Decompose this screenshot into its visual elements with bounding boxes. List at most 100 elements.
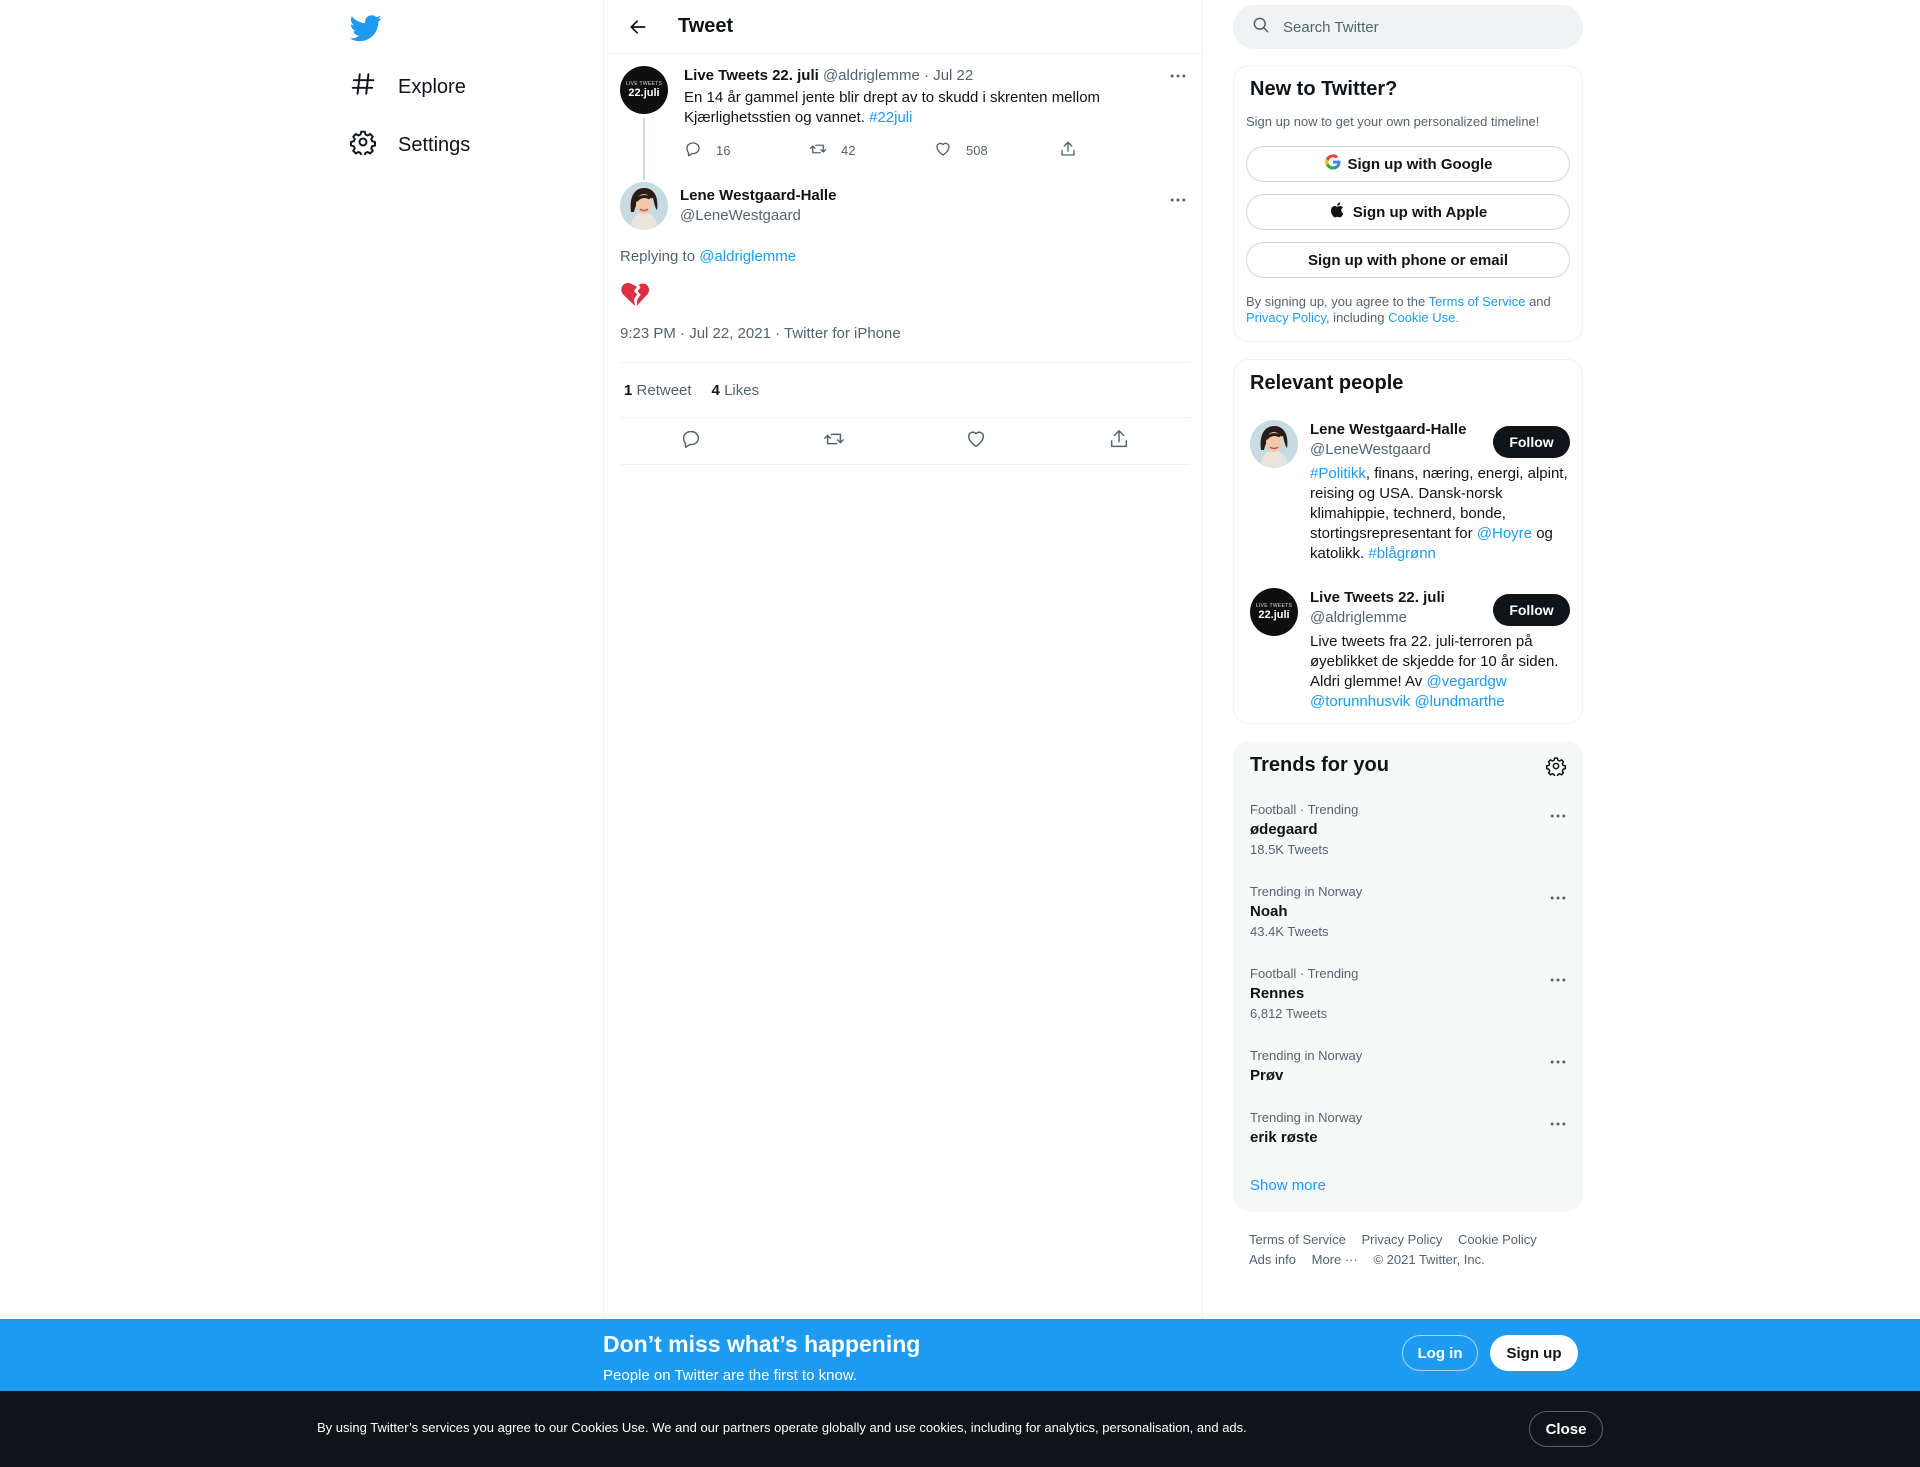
retweet-count: 42 <box>841 143 856 158</box>
search-box[interactable] <box>1233 5 1583 49</box>
like-button[interactable]: 508 <box>934 140 1059 161</box>
share-button[interactable] <box>1059 140 1184 161</box>
more-options-icon[interactable] <box>1546 1114 1570 1134</box>
thread-connector <box>643 118 645 180</box>
footer-cookie-link[interactable]: Cookie Policy <box>1458 1232 1537 1247</box>
retweet-button[interactable]: 42 <box>809 140 934 161</box>
cookie-link[interactable]: Cookie Use. <box>1388 310 1459 325</box>
reply-count: 16 <box>716 143 731 158</box>
avatar[interactable] <box>1250 420 1298 468</box>
person-item[interactable]: Lene Westgaard-Halle @LeneWestgaard #Pol… <box>1250 420 1570 570</box>
apple-icon <box>1329 201 1347 223</box>
trends-settings-gear-icon[interactable] <box>1546 756 1566 781</box>
retweets-stat[interactable]: 1 Retweet <box>624 382 692 399</box>
tweet-actions: 16 42 508 <box>684 140 1184 161</box>
follow-button[interactable]: Follow <box>1493 594 1570 626</box>
signup-google-button[interactable]: Sign up with Google <box>1246 146 1570 182</box>
avatar-title: 22.juli <box>1258 608 1290 621</box>
trend-name: Noah <box>1250 903 1288 920</box>
avatar-title: 22.juli <box>628 86 660 99</box>
nav-settings-label: Settings <box>398 133 471 156</box>
bio-mention-link[interactable]: @lundmarthe <box>1414 693 1504 710</box>
close-button[interactable]: Close <box>1529 1411 1603 1447</box>
trend-item[interactable]: Football · Trending ødegaard 18.5K Tweet… <box>1250 802 1570 858</box>
footer-terms-link[interactable]: Terms of Service <box>1249 1232 1346 1247</box>
gear-icon <box>350 129 376 161</box>
more-options-icon[interactable] <box>1166 66 1190 86</box>
more-options-icon[interactable] <box>1166 190 1190 210</box>
reply-button[interactable]: 16 <box>684 140 809 161</box>
more-options-icon[interactable] <box>1546 806 1570 826</box>
back-arrow-icon[interactable] <box>620 9 656 45</box>
trend-name: Prøv <box>1250 1067 1284 1084</box>
retweet-total: 1 <box>624 381 633 399</box>
avatar-caption: LIVE TWEETS <box>625 80 663 87</box>
privacy-link[interactable]: Privacy Policy <box>1246 310 1326 325</box>
trend-category: Trending in Norway <box>1250 1048 1363 1063</box>
signup-apple-label: Sign up with Apple <box>1352 203 1488 221</box>
focused-tweet: Lene Westgaard-Halle @LeneWestgaard Repl… <box>620 182 1190 465</box>
reply-icon <box>684 140 702 161</box>
nav-settings[interactable]: Settings <box>350 125 470 165</box>
more-options-icon[interactable] <box>1546 1052 1570 1072</box>
login-button[interactable]: Log in <box>1402 1335 1478 1371</box>
likes-stat[interactable]: 4 Likes <box>712 382 760 399</box>
tweet-time[interactable]: · Jul 22 <box>924 67 973 84</box>
signup-button[interactable]: Sign up <box>1490 1335 1578 1371</box>
author-name[interactable]: Live Tweets 22. juli <box>684 67 819 84</box>
trend-category: Football · Trending <box>1250 802 1359 817</box>
replying-prefix: Replying to <box>620 248 696 265</box>
show-more-link[interactable]: Show more <box>1250 1177 1326 1194</box>
author-handle[interactable]: @aldriglemme <box>823 67 920 84</box>
bio-mention-link[interactable]: @torunnhusvik <box>1310 693 1410 710</box>
heart-icon[interactable] <box>965 428 987 455</box>
trend-item[interactable]: Trending in Norway erik røste <box>1250 1110 1570 1148</box>
footer-ads-link[interactable]: Ads info <box>1249 1252 1296 1267</box>
card-subtitle: Sign up now to get your own personalized… <box>1246 114 1540 129</box>
share-icon[interactable] <box>1108 428 1130 455</box>
reply-icon[interactable] <box>680 428 702 455</box>
footer-more-link[interactable]: More ··· <box>1312 1252 1358 1267</box>
new-to-twitter-card: New to Twitter? Sign up now to get your … <box>1233 65 1583 342</box>
bio-mention-link[interactable]: @vegardgw <box>1426 673 1506 690</box>
trend-item[interactable]: Football · Trending Rennes 6,812 Tweets <box>1250 966 1570 1022</box>
trend-item[interactable]: Trending in Norway Prøv <box>1250 1048 1570 1086</box>
tweet-timestamp[interactable]: 9:23 PM · Jul 22, 2021 · Twitter for iPh… <box>620 325 1190 363</box>
avatar[interactable] <box>620 182 668 230</box>
retweet-label: Retweet <box>636 381 692 399</box>
terms-link[interactable]: Terms of Service <box>1429 294 1526 309</box>
person-bio: #Politikk, finans, næring, energi, alpin… <box>1310 464 1570 564</box>
bio-mention-link[interactable]: @Hoyre <box>1477 525 1532 542</box>
twitter-logo-icon[interactable] <box>349 12 382 44</box>
hashtag-icon <box>350 71 376 103</box>
replying-to-link[interactable]: @aldriglemme <box>699 248 796 265</box>
bio-hashtag-link[interactable]: #blågrønn <box>1368 545 1436 562</box>
signup-apple-button[interactable]: Sign up with Apple <box>1246 194 1570 230</box>
trend-tweet-count: 18.5K Tweets <box>1250 842 1329 857</box>
retweet-icon[interactable] <box>823 428 845 455</box>
footer-privacy-link[interactable]: Privacy Policy <box>1361 1232 1442 1247</box>
avatar[interactable]: LIVE TWEETS 22.juli <box>620 66 668 114</box>
hashtag-link[interactable]: #22juli <box>869 109 912 126</box>
follow-button[interactable]: Follow <box>1493 426 1570 458</box>
trends-card: Trends for you Football · Trending ødega… <box>1233 741 1583 1212</box>
like-total: 4 <box>711 381 720 399</box>
card-title: Trends for you <box>1250 754 1389 776</box>
avatar[interactable]: LIVE TWEETS 22.juli <box>1250 588 1298 636</box>
cookie-text: By using Twitter’s services you agree to… <box>317 1420 1247 1435</box>
author-name[interactable]: Lene Westgaard-Halle <box>680 186 836 206</box>
author-handle[interactable]: @LeneWestgaard <box>680 206 836 226</box>
nav-explore[interactable]: Explore <box>350 67 466 107</box>
trend-category: Trending in Norway <box>1250 884 1363 899</box>
search-input[interactable] <box>1283 18 1563 36</box>
bio-hashtag-link[interactable]: #Politikk <box>1310 465 1366 482</box>
trend-item[interactable]: Trending in Norway Noah 43.4K Tweets <box>1250 884 1570 940</box>
person-item[interactable]: LIVE TWEETS 22.juli Live Tweets 22. juli… <box>1250 588 1570 713</box>
more-options-icon[interactable] <box>1546 970 1570 990</box>
banner-subtext: People on Twitter are the first to know. <box>603 1367 858 1384</box>
avatar-caption: LIVE TWEETS <box>1255 602 1293 609</box>
signup-phone-email-button[interactable]: Sign up with phone or email <box>1246 242 1570 278</box>
broken-heart-icon <box>620 281 650 311</box>
trend-category: Trending in Norway <box>1250 1110 1363 1125</box>
more-options-icon[interactable] <box>1546 888 1570 908</box>
